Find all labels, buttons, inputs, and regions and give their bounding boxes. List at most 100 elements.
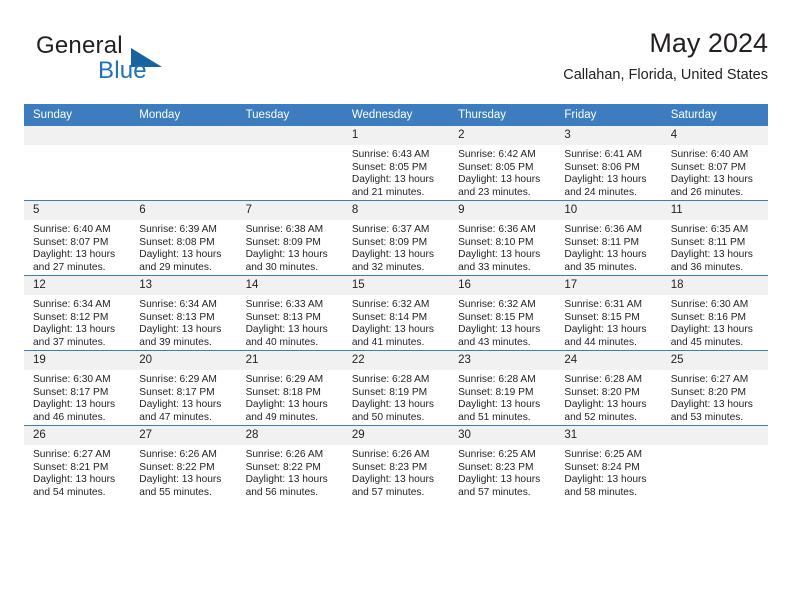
sunset-text: Sunset: 8:22 PM bbox=[245, 461, 321, 473]
calendar-day-cell[interactable]: 31 Sunrise: 6:25 AM Sunset: 8:24 PM Dayligh… bbox=[555, 425, 662, 500]
sunset-text: Sunset: 8:12 PM bbox=[33, 311, 109, 323]
day-number: 28 bbox=[236, 426, 343, 445]
sunrise-text: Sunrise: 6:40 AM bbox=[670, 149, 749, 160]
day-number: 14 bbox=[236, 276, 343, 295]
sunrise-text: Sunrise: 6:26 AM bbox=[351, 449, 430, 460]
day-details: Sunrise: 6:27 AM Sunset: 8:21 PM Daylight:… bbox=[24, 445, 130, 499]
sunrise-text: Sunrise: 6:27 AM bbox=[670, 374, 749, 385]
day-details: Sunrise: 6:26 AM Sunset: 8:23 PM Daylight:… bbox=[343, 445, 449, 499]
sunset-text: Sunset: 8:21 PM bbox=[33, 461, 109, 473]
calendar-day-cell[interactable]: 11 Sunrise: 6:35 AM Sunset: 8:11 PM Dayligh… bbox=[661, 200, 768, 276]
calendar-day-cell[interactable]: 29 Sunrise: 6:26 AM Sunset: 8:23 PM Dayligh… bbox=[342, 425, 450, 500]
day-details: Sunrise: 6:27 AM Sunset: 8:20 PM Daylight:… bbox=[662, 370, 768, 424]
calendar-day-cell[interactable]: 24 Sunrise: 6:28 AM Sunset: 8:20 PM Dayligh… bbox=[555, 350, 662, 426]
calendar-day-cell[interactable]: 23 Sunrise: 6:28 AM Sunset: 8:19 PM Dayligh… bbox=[449, 350, 556, 426]
day-number: 11 bbox=[661, 201, 768, 220]
calendar-day-cell[interactable]: 14 Sunrise: 6:33 AM Sunset: 8:13 PM Dayligh… bbox=[236, 275, 343, 351]
calendar-day-cell[interactable]: 1 Sunrise: 6:43 AM Sunset: 8:05 PM Daylight… bbox=[342, 126, 450, 201]
sunrise-text: Sunrise: 6:25 AM bbox=[458, 449, 536, 460]
calendar-day-cell[interactable]: 27 Sunrise: 6:26 AM Sunset: 8:22 PM Dayligh… bbox=[130, 425, 237, 500]
day-number bbox=[24, 126, 131, 145]
daylight-text: Daylight: 13 hours and 51 minutes. bbox=[458, 399, 541, 423]
calendar-day-cell[interactable]: 18 Sunrise: 6:30 AM Sunset: 8:16 PM Dayligh… bbox=[661, 275, 768, 351]
calendar-day-cell[interactable]: 7 Sunrise: 6:38 AM Sunset: 8:09 PM Daylight… bbox=[236, 200, 343, 276]
calendar-cell-empty bbox=[236, 126, 343, 201]
calendar-day-cell[interactable]: 13 Sunrise: 6:34 AM Sunset: 8:13 PM Dayligh… bbox=[130, 275, 237, 351]
sunrise-text: Sunrise: 6:33 AM bbox=[245, 299, 324, 310]
sunset-text: Sunset: 8:20 PM bbox=[564, 386, 640, 398]
day-details: Sunrise: 6:37 AM Sunset: 8:09 PM Daylight:… bbox=[343, 220, 449, 274]
daylight-text: Daylight: 13 hours and 44 minutes. bbox=[564, 324, 647, 348]
calendar-day-cell[interactable]: 6 Sunrise: 6:39 AM Sunset: 8:08 PM Daylight… bbox=[130, 200, 237, 276]
daylight-text: Daylight: 13 hours and 57 minutes. bbox=[351, 474, 434, 498]
weekday-header-sunday: Sunday bbox=[24, 104, 131, 126]
day-number: 17 bbox=[555, 276, 662, 295]
day-number: 7 bbox=[236, 201, 343, 220]
calendar-day-cell[interactable]: 20 Sunrise: 6:29 AM Sunset: 8:17 PM Dayligh… bbox=[130, 350, 237, 426]
calendar-week-row: 19 Sunrise: 6:30 AM Sunset: 8:17 PM Dayligh… bbox=[24, 350, 768, 426]
weekday-header-tuesday: Tuesday bbox=[236, 104, 343, 126]
sunrise-text: Sunrise: 6:41 AM bbox=[564, 149, 642, 160]
calendar-day-cell[interactable]: 30 Sunrise: 6:25 AM Sunset: 8:23 PM Dayligh… bbox=[449, 425, 556, 500]
sunset-text: Sunset: 8:11 PM bbox=[670, 236, 746, 248]
calendar-day-cell[interactable]: 25 Sunrise: 6:27 AM Sunset: 8:20 PM Dayligh… bbox=[661, 350, 768, 426]
calendar-day-cell[interactable]: 2 Sunrise: 6:42 AM Sunset: 8:05 PM Daylight… bbox=[449, 126, 556, 201]
calendar-day-cell[interactable]: 16 Sunrise: 6:32 AM Sunset: 8:15 PM Dayligh… bbox=[449, 275, 556, 351]
calendar-week-row: 1 Sunrise: 6:43 AM Sunset: 8:05 PM Daylight… bbox=[24, 126, 768, 201]
general-blue-logo[interactable]: General Blue bbox=[36, 32, 226, 88]
sunset-text: Sunset: 8:23 PM bbox=[458, 461, 534, 473]
day-number: 25 bbox=[661, 351, 768, 370]
day-details: Sunrise: 6:34 AM Sunset: 8:13 PM Daylight:… bbox=[130, 295, 236, 349]
calendar-day-cell[interactable]: 10 Sunrise: 6:36 AM Sunset: 8:11 PM Dayligh… bbox=[555, 200, 662, 276]
day-details: Sunrise: 6:30 AM Sunset: 8:16 PM Daylight:… bbox=[662, 295, 768, 349]
day-number bbox=[661, 426, 768, 445]
day-details: Sunrise: 6:25 AM Sunset: 8:24 PM Daylight:… bbox=[555, 445, 661, 499]
calendar-day-cell[interactable]: 28 Sunrise: 6:26 AM Sunset: 8:22 PM Dayligh… bbox=[236, 425, 343, 500]
calendar-day-cell[interactable]: 4 Sunrise: 6:40 AM Sunset: 8:07 PM Daylight… bbox=[661, 126, 768, 201]
calendar-day-cell[interactable]: 9 Sunrise: 6:36 AM Sunset: 8:10 PM Daylight… bbox=[449, 200, 556, 276]
calendar-day-cell[interactable]: 3 Sunrise: 6:41 AM Sunset: 8:06 PM Daylight… bbox=[555, 126, 662, 201]
calendar-cell-empty bbox=[130, 126, 237, 201]
daylight-text: Daylight: 13 hours and 24 minutes. bbox=[564, 174, 647, 198]
calendar-day-cell[interactable]: 19 Sunrise: 6:30 AM Sunset: 8:17 PM Dayligh… bbox=[24, 350, 131, 426]
sunset-text: Sunset: 8:05 PM bbox=[458, 161, 534, 173]
day-details: Sunrise: 6:30 AM Sunset: 8:17 PM Daylight:… bbox=[24, 370, 130, 424]
sunrise-text: Sunrise: 6:42 AM bbox=[458, 149, 536, 160]
daylight-text: Daylight: 13 hours and 43 minutes. bbox=[458, 324, 541, 348]
sunset-text: Sunset: 8:15 PM bbox=[564, 311, 640, 323]
calendar-page: General Blue May 2024 Callahan, Florida,… bbox=[0, 0, 792, 612]
calendar-day-cell[interactable]: 26 Sunrise: 6:27 AM Sunset: 8:21 PM Dayligh… bbox=[24, 425, 131, 500]
day-number: 5 bbox=[24, 201, 131, 220]
day-details: Sunrise: 6:42 AM Sunset: 8:05 PM Daylight:… bbox=[449, 145, 555, 199]
sunset-text: Sunset: 8:19 PM bbox=[458, 386, 534, 398]
calendar-day-cell[interactable]: 8 Sunrise: 6:37 AM Sunset: 8:09 PM Daylight… bbox=[342, 200, 450, 276]
day-details: Sunrise: 6:36 AM Sunset: 8:11 PM Daylight:… bbox=[555, 220, 661, 274]
daylight-text: Daylight: 13 hours and 23 minutes. bbox=[458, 174, 541, 198]
sunset-text: Sunset: 8:23 PM bbox=[351, 461, 428, 473]
day-details: Sunrise: 6:29 AM Sunset: 8:17 PM Daylight:… bbox=[130, 370, 236, 424]
calendar-day-cell[interactable]: 22 Sunrise: 6:28 AM Sunset: 8:19 PM Dayligh… bbox=[342, 350, 450, 426]
calendar-day-cell[interactable]: 21 Sunrise: 6:29 AM Sunset: 8:18 PM Dayligh… bbox=[236, 350, 343, 426]
daylight-text: Daylight: 13 hours and 26 minutes. bbox=[670, 174, 753, 198]
sunset-text: Sunset: 8:22 PM bbox=[139, 461, 215, 473]
day-number: 2 bbox=[449, 126, 556, 145]
calendar-day-cell[interactable]: 5 Sunrise: 6:40 AM Sunset: 8:07 PM Daylight… bbox=[24, 200, 131, 276]
page-header: General Blue May 2024 Callahan, Florida,… bbox=[24, 26, 768, 98]
calendar-body: 1 Sunrise: 6:43 AM Sunset: 8:05 PM Daylight… bbox=[24, 126, 768, 500]
day-number: 3 bbox=[555, 126, 662, 145]
day-number: 10 bbox=[555, 201, 662, 220]
day-number: 20 bbox=[130, 351, 237, 370]
calendar-day-cell[interactable]: 17 Sunrise: 6:31 AM Sunset: 8:15 PM Dayligh… bbox=[555, 275, 662, 351]
calendar-day-cell[interactable]: 12 Sunrise: 6:34 AM Sunset: 8:12 PM Dayligh… bbox=[24, 275, 131, 351]
calendar-week-row: 5 Sunrise: 6:40 AM Sunset: 8:07 PM Daylight… bbox=[24, 200, 768, 276]
daylight-text: Daylight: 13 hours and 52 minutes. bbox=[564, 399, 647, 423]
calendar-cell-empty bbox=[661, 425, 768, 500]
daylight-text: Daylight: 13 hours and 27 minutes. bbox=[33, 249, 116, 273]
sunrise-text: Sunrise: 6:34 AM bbox=[139, 299, 217, 310]
calendar-day-cell[interactable]: 15 Sunrise: 6:32 AM Sunset: 8:14 PM Dayligh… bbox=[342, 275, 450, 351]
day-number: 4 bbox=[661, 126, 768, 145]
sunset-text: Sunset: 8:13 PM bbox=[139, 311, 215, 323]
sunset-text: Sunset: 8:05 PM bbox=[351, 161, 428, 173]
daylight-text: Daylight: 13 hours and 58 minutes. bbox=[564, 474, 647, 498]
weekday-header-saturday: Saturday bbox=[661, 104, 768, 126]
